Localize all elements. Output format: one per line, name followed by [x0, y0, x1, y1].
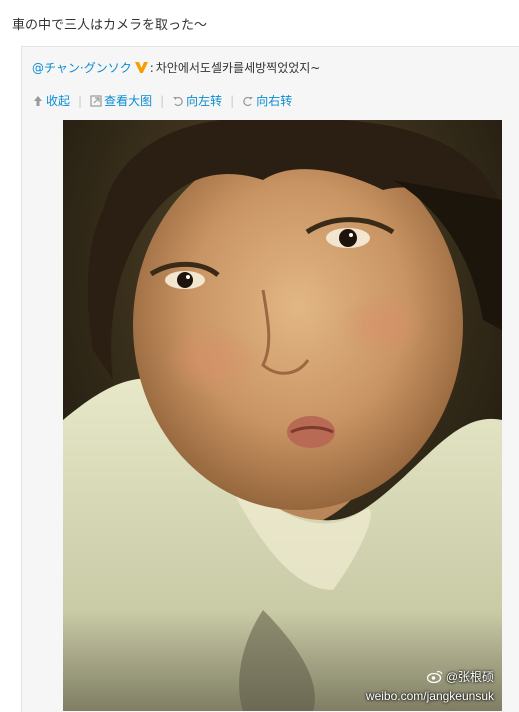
rotate-right-label: 向右转 — [256, 94, 293, 108]
separator: | — [160, 93, 165, 108]
rotate-left-button[interactable]: 向左转 — [172, 92, 222, 109]
repost-header: @チャン·グンソク : 차안에서도셀카를세방찍었었지~ — [32, 59, 320, 76]
zoom-icon — [90, 94, 102, 107]
collapse-label: 收起 — [46, 94, 71, 108]
collapse-button[interactable]: 收起 — [32, 92, 70, 109]
post-text: 車の中で三人はカメラを取った〜 — [12, 18, 208, 33]
repost-box: @チャン·グンソク : 차안에서도셀카를세방찍었었지~ 收起 | 查看大图 | — [21, 46, 519, 712]
verified-v-icon[interactable] — [134, 62, 148, 73]
view-large-button[interactable]: 查看大图 — [90, 92, 152, 109]
repost-colon: : — [149, 60, 154, 75]
selfie-image — [63, 120, 502, 711]
image-toolbar: 收起 | 查看大图 | 向左转 | 向右转 — [32, 92, 292, 109]
rotate-left-label: 向左转 — [186, 94, 223, 108]
rotate-right-button[interactable]: 向右转 — [242, 92, 292, 109]
watermark-name-text: @张根硕 — [445, 670, 494, 684]
repost-author-link[interactable]: @チャン·グンソク — [32, 59, 132, 76]
watermark-name: @张根硕 — [426, 668, 494, 685]
separator: | — [78, 93, 83, 108]
repost-text: 차안에서도셀카를세방찍었었지~ — [155, 61, 321, 75]
post-photo[interactable]: @张根硕 weibo.com/jangkeunsuk — [63, 120, 502, 711]
separator: | — [230, 93, 235, 108]
rotate-left-icon — [172, 95, 184, 107]
watermark-url: weibo.com/jangkeunsuk — [365, 689, 494, 703]
arrow-up-icon — [32, 95, 44, 107]
view-large-label: 查看大图 — [104, 94, 153, 108]
weibo-logo-icon — [426, 670, 446, 683]
rotate-right-icon — [242, 95, 254, 107]
